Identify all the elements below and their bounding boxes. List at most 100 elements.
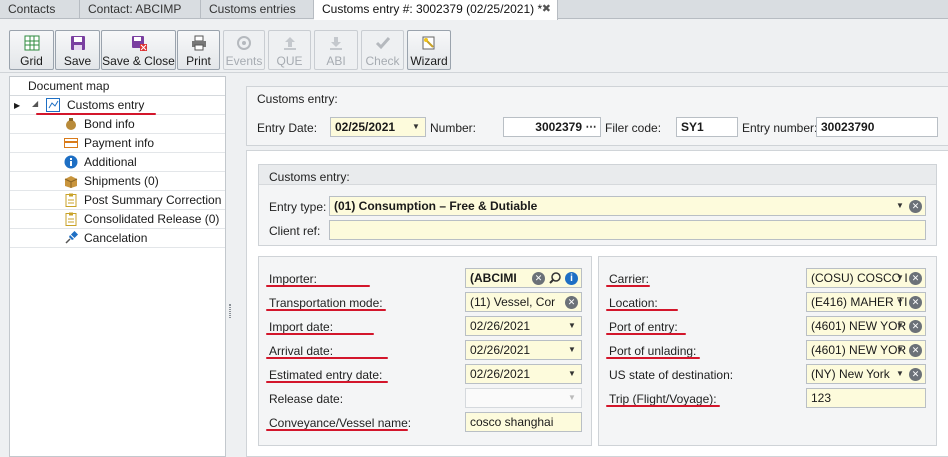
events-button[interactable]: Events bbox=[223, 30, 265, 70]
dropdown-arrow-icon[interactable]: ▼ bbox=[893, 317, 907, 335]
wizard-icon bbox=[421, 35, 437, 51]
port-of-entry-label: Port of entry: bbox=[609, 320, 678, 334]
dropdown-arrow-icon[interactable]: ▼ bbox=[565, 317, 579, 335]
panel-splitter[interactable] bbox=[226, 76, 234, 457]
annotation-underline bbox=[266, 285, 370, 287]
docmap-item-label: Additional bbox=[84, 155, 137, 169]
check-button[interactable]: Check bbox=[361, 30, 404, 70]
transport-mode-field[interactable]: (11) Vessel, Cor ✕ bbox=[465, 292, 582, 312]
entry-date-label: Entry Date: bbox=[257, 121, 318, 135]
search-icon[interactable] bbox=[548, 271, 562, 285]
group-header bbox=[259, 165, 936, 185]
docmap-item-label: Consolidated Release (0) bbox=[84, 212, 220, 226]
wizard-button[interactable]: Wizard bbox=[407, 30, 451, 70]
tab-customs-entries[interactable]: Customs entries bbox=[201, 0, 314, 19]
que-button[interactable]: QUE bbox=[268, 30, 311, 70]
port-of-unlading-value: (4601) NEW YOR bbox=[811, 343, 907, 357]
entry-type-field[interactable]: (01) Consumption – Free & Dutiable ▼ ✕ bbox=[329, 196, 926, 216]
tab-label: Customs entries bbox=[209, 2, 296, 16]
save-close-button[interactable]: Save & Close bbox=[101, 30, 176, 70]
port-of-entry-field[interactable]: (4601) NEW YOR ▼ ✕ bbox=[806, 316, 926, 336]
transport-mode-label: Transportation mode: bbox=[269, 296, 383, 310]
print-button[interactable]: Print bbox=[177, 30, 220, 70]
clear-icon[interactable]: ✕ bbox=[909, 344, 922, 357]
entry-type-label: Entry type: bbox=[269, 200, 327, 214]
clear-icon[interactable]: ✕ bbox=[909, 320, 922, 333]
clear-icon[interactable]: ✕ bbox=[565, 296, 578, 309]
tab-label: Contact: ABCIMP bbox=[88, 2, 182, 16]
annotation-underline bbox=[606, 405, 720, 407]
docmap-item-consolidated-release[interactable]: Consolidated Release (0) bbox=[10, 210, 225, 229]
tab-customs-entry[interactable]: Customs entry #: 3002379 (02/25/2021) * ✖ bbox=[314, 0, 558, 20]
import-date-field[interactable]: 02/26/2021 ▼ bbox=[465, 316, 582, 336]
print-label: Print bbox=[186, 54, 211, 68]
docmap-item-label: Payment info bbox=[84, 136, 155, 150]
docmap-item-bond-info[interactable]: Bond info bbox=[10, 115, 225, 134]
dropdown-arrow-icon[interactable]: ▼ bbox=[893, 341, 907, 359]
clear-icon[interactable]: ✕ bbox=[532, 272, 545, 285]
dropdown-arrow-icon[interactable]: ▼ bbox=[409, 118, 423, 136]
vessel-name-label: Conveyance/Vessel name: bbox=[269, 416, 412, 430]
annotation-underline bbox=[606, 285, 650, 287]
clear-icon[interactable]: ✕ bbox=[909, 200, 922, 213]
dropdown-arrow-icon[interactable]: ▼ bbox=[893, 269, 907, 287]
events-label: Events bbox=[225, 54, 263, 68]
trip-field[interactable]: 123 bbox=[806, 388, 926, 408]
port-of-unlading-field[interactable]: (4601) NEW YOR ▼ ✕ bbox=[806, 340, 926, 360]
abi-button[interactable]: ABI bbox=[314, 30, 358, 70]
dropdown-arrow-icon[interactable]: ▼ bbox=[565, 365, 579, 383]
events-icon bbox=[236, 35, 252, 51]
transport-mode-value: (11) Vessel, Cor bbox=[470, 295, 556, 309]
info-icon[interactable]: i bbox=[565, 272, 578, 285]
close-tab-icon[interactable]: ✖ bbox=[542, 0, 551, 18]
docmap-item-cancelation[interactable]: Cancelation bbox=[10, 229, 225, 248]
docmap-item-label: Bond info bbox=[84, 117, 135, 131]
save-button[interactable]: Save bbox=[55, 30, 100, 70]
ellipsis-icon[interactable]: ⋯ bbox=[584, 118, 598, 136]
wizard-label: Wizard bbox=[410, 54, 448, 68]
tab-contacts[interactable]: Contacts bbox=[0, 0, 80, 19]
dropdown-arrow-icon[interactable]: ▼ bbox=[565, 389, 579, 407]
entry-number-field[interactable]: 30023790 bbox=[816, 117, 938, 137]
location-field[interactable]: (E416) MAHER TI ▼ ✕ bbox=[806, 292, 926, 312]
docmap-item-shipments[interactable]: Shipments (0) bbox=[10, 172, 225, 191]
docmap-item-label: Customs entry bbox=[67, 98, 145, 112]
release-date-field[interactable]: ▼ bbox=[465, 388, 582, 408]
carrier-field[interactable]: (COSU) COSCO I ▼ ✕ bbox=[806, 268, 926, 288]
annotation-underline bbox=[606, 309, 678, 311]
tab-contact-abcimp[interactable]: Contact: ABCIMP bbox=[80, 0, 201, 19]
docmap-item-label: Shipments (0) bbox=[84, 174, 159, 188]
client-ref-field[interactable] bbox=[329, 220, 926, 240]
dropdown-arrow-icon[interactable]: ▼ bbox=[893, 365, 907, 383]
entry-date-field[interactable]: 02/25/2021 ▼ bbox=[330, 117, 426, 137]
credit-card-icon bbox=[64, 136, 78, 150]
filer-code-label: Filer code: bbox=[605, 121, 662, 135]
docmap-item-payment-info[interactable]: Payment info bbox=[10, 134, 225, 153]
filer-code-field[interactable]: SY1 bbox=[676, 117, 738, 137]
clear-icon[interactable]: ✕ bbox=[909, 272, 922, 285]
splitter-grip-icon bbox=[229, 304, 231, 318]
annotation-underline bbox=[266, 309, 386, 311]
grid-icon bbox=[24, 35, 40, 51]
annotation-underline bbox=[266, 381, 388, 383]
est-entry-date-field[interactable]: 02/26/2021 ▼ bbox=[465, 364, 582, 384]
docmap-item-post-summary-correction[interactable]: Post Summary Correction bbox=[10, 191, 225, 210]
docmap-item-additional[interactable]: Additional bbox=[10, 153, 225, 172]
docmap-item-label: Cancelation bbox=[84, 231, 148, 245]
dropdown-arrow-icon[interactable]: ▼ bbox=[893, 293, 907, 311]
checkmark-icon bbox=[375, 35, 391, 51]
us-state-field[interactable]: (NY) New York ▼ ✕ bbox=[806, 364, 926, 384]
dropdown-arrow-icon[interactable]: ▼ bbox=[893, 197, 907, 215]
importer-field[interactable]: (ABCIMI ✕ i bbox=[465, 268, 582, 288]
arrival-date-field[interactable]: 02/26/2021 ▼ bbox=[465, 340, 582, 360]
grid-button[interactable]: Grid bbox=[9, 30, 54, 70]
clear-icon[interactable]: ✕ bbox=[909, 296, 922, 309]
arrival-date-value: 02/26/2021 bbox=[470, 343, 531, 357]
port-of-unlading-label: Port of unlading: bbox=[609, 344, 697, 358]
dropdown-arrow-icon[interactable]: ▼ bbox=[565, 341, 579, 359]
vessel-name-field[interactable]: cosco shanghai bbox=[465, 412, 582, 432]
number-field[interactable]: 3002379 ⋯ bbox=[503, 117, 601, 137]
collapse-icon[interactable]: ◢ bbox=[32, 99, 38, 108]
clear-icon[interactable]: ✕ bbox=[909, 368, 922, 381]
document-map: Document map ▶ ◢ Customs entry Bond info… bbox=[9, 76, 226, 457]
